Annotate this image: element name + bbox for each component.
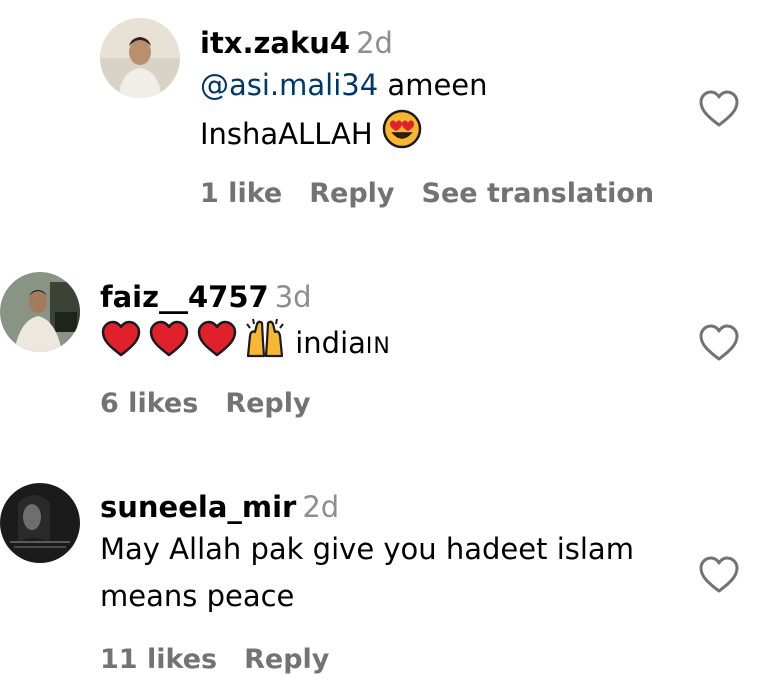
red-heart-emoji-icon xyxy=(100,320,142,372)
comment-body: itx.zaku4 2d @asi.mali34 ameen InshaALLAH xyxy=(200,24,488,163)
heart-eyes-emoji-icon xyxy=(382,109,422,163)
avatar[interactable] xyxy=(100,18,180,98)
raising-hands-emoji-icon xyxy=(244,318,286,372)
timestamp: 3d xyxy=(274,280,312,314)
comment-item: itx.zaku4 2d @asi.mali34 ameen InshaALLAH… xyxy=(0,0,769,240)
heart-outline-icon[interactable] xyxy=(697,555,741,595)
comment-actions: 11 likes Reply xyxy=(100,644,356,675)
comment-header: faiz__4757 3d xyxy=(100,278,391,316)
comment-actions: 1 like Reply See translation xyxy=(200,178,681,209)
comment-text-line: means peace xyxy=(100,579,295,613)
comment-text: May Allah pak give you hadeet islam mean… xyxy=(100,526,634,620)
comment-text-line: May Allah pak give you hadeet islam xyxy=(100,532,634,566)
comment-text-part: ameen xyxy=(387,68,488,102)
comment-text-suffix: IN xyxy=(365,334,391,359)
likes-count[interactable]: 6 likes xyxy=(100,388,198,419)
mention-link[interactable]: @asi.mali34 xyxy=(200,68,378,102)
username[interactable]: faiz__4757 xyxy=(100,280,269,314)
comment-text-part: india xyxy=(295,326,366,360)
red-heart-emoji-icon xyxy=(148,320,190,372)
comment-body: suneela_mir 2d May Allah pak give you had… xyxy=(100,488,634,620)
avatar[interactable] xyxy=(0,483,80,563)
reply-button[interactable]: Reply xyxy=(309,178,394,209)
comment-actions: 6 likes Reply xyxy=(100,388,338,419)
reply-button[interactable]: Reply xyxy=(225,388,310,419)
red-heart-emoji-icon xyxy=(196,320,238,372)
see-translation-button[interactable]: See translation xyxy=(422,178,655,209)
comment-text-line: InshaALLAH xyxy=(200,117,373,151)
comment-text: indiaIN xyxy=(100,318,391,372)
likes-count[interactable]: 11 likes xyxy=(100,644,217,675)
heart-outline-icon[interactable] xyxy=(697,323,741,363)
comment-item: suneela_mir 2d May Allah pak give you had… xyxy=(0,450,769,691)
comment-header: suneela_mir 2d xyxy=(100,488,634,526)
comment-item: faiz__4757 3d indiaIN 6 likes Reply xyxy=(0,240,769,450)
comment-text: @asi.mali34 ameen InshaALLAH xyxy=(200,62,488,163)
username[interactable]: suneela_mir xyxy=(100,490,296,524)
reply-button[interactable]: Reply xyxy=(244,644,329,675)
timestamp: 2d xyxy=(302,490,340,524)
comment-header: itx.zaku4 2d xyxy=(200,24,488,62)
likes-count[interactable]: 1 like xyxy=(200,178,282,209)
timestamp: 2d xyxy=(356,26,393,60)
heart-outline-icon[interactable] xyxy=(697,89,741,129)
username[interactable]: itx.zaku4 xyxy=(200,26,350,60)
comment-body: faiz__4757 3d indiaIN xyxy=(100,278,391,372)
avatar[interactable] xyxy=(0,272,80,352)
